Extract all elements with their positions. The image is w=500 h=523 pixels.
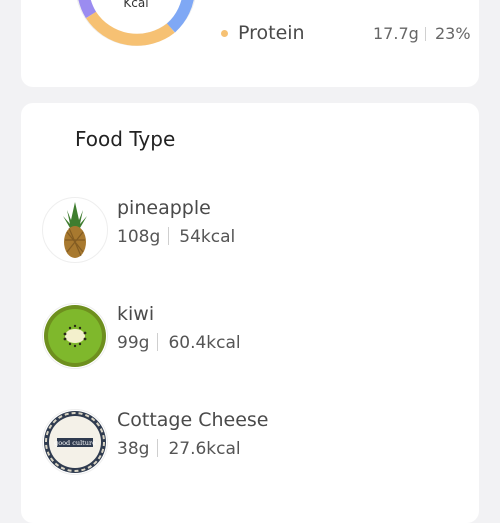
section-title: Food Type xyxy=(75,127,176,151)
macro-row-protein: Protein 17.7g 23% xyxy=(219,22,479,46)
food-name: kiwi xyxy=(117,303,155,325)
food-weight: 108g xyxy=(117,227,161,247)
nutrition-summary-card: Kcal Protein 17.7g 23% xyxy=(21,0,479,87)
food-name: pineapple xyxy=(117,197,211,219)
food-meta: 38g 27.6kcal xyxy=(117,439,241,459)
food-type-card: Food Type pineapple 108g 54kcal kiwi 99g… xyxy=(21,103,479,523)
divider xyxy=(168,227,170,245)
protein-color-dot xyxy=(221,30,228,37)
food-kcal: 27.6kcal xyxy=(168,439,241,459)
food-weight: 38g xyxy=(117,439,150,459)
food-kcal: 54kcal xyxy=(179,227,236,247)
divider xyxy=(157,333,159,351)
food-kcal: 60.4kcal xyxy=(168,333,241,353)
food-item-kiwi[interactable]: kiwi 99g 60.4kcal xyxy=(42,303,462,373)
brand-logo-text: good culture xyxy=(54,439,96,447)
food-item-pineapple[interactable]: pineapple 108g 54kcal xyxy=(42,197,462,267)
divider xyxy=(425,27,426,41)
food-meta: 108g 54kcal xyxy=(117,227,235,247)
macro-percent: 23% xyxy=(435,24,471,43)
pineapple-icon xyxy=(42,197,108,263)
divider xyxy=(157,439,159,457)
macro-name: Protein xyxy=(238,22,305,44)
food-item-cottage-cheese[interactable]: good culture Cottage Cheese 38g 27.6kcal xyxy=(42,409,462,479)
kiwi-icon xyxy=(42,303,108,369)
food-name: Cottage Cheese xyxy=(117,409,269,431)
donut-segment-carbs xyxy=(78,0,97,19)
macro-grams: 17.7g xyxy=(373,24,419,43)
food-weight: 99g xyxy=(117,333,150,353)
donut-unit-label: Kcal xyxy=(123,0,149,10)
food-meta: 99g 60.4kcal xyxy=(117,333,241,353)
donut-segment-fat xyxy=(166,0,194,33)
cottage-cheese-icon: good culture xyxy=(42,409,108,475)
